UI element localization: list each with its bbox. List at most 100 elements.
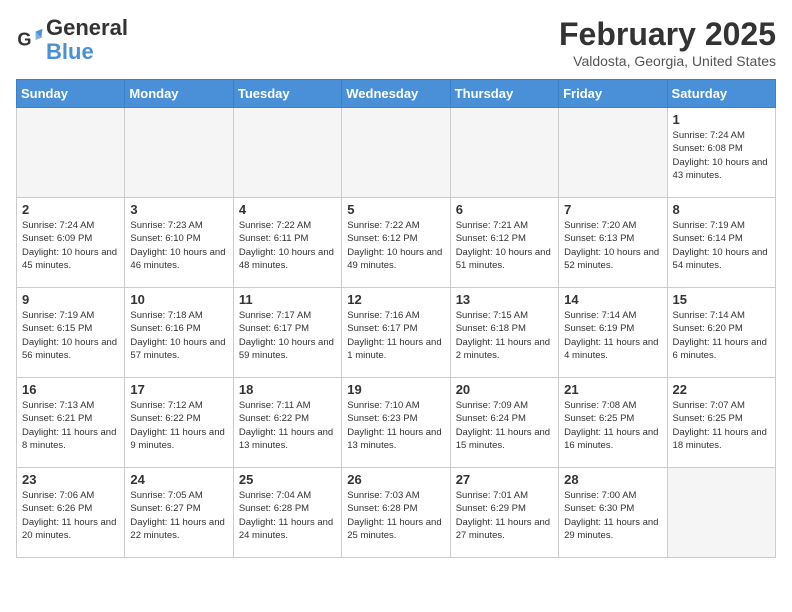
day-number: 12 xyxy=(347,292,444,307)
page-header: G GeneralBlue February 2025 Valdosta, Ge… xyxy=(16,16,776,69)
day-cell xyxy=(233,108,341,198)
day-number: 7 xyxy=(564,202,661,217)
day-cell: 3 Sunrise: 7:23 AMSunset: 6:10 PMDaylight… xyxy=(125,198,233,288)
day-info: Sunrise: 7:10 AMSunset: 6:23 PMDaylight:… xyxy=(347,399,444,452)
col-header-tuesday: Tuesday xyxy=(233,80,341,108)
day-number: 13 xyxy=(456,292,553,307)
col-header-wednesday: Wednesday xyxy=(342,80,450,108)
col-header-friday: Friday xyxy=(559,80,667,108)
week-row-4: 16Sunrise: 7:13 AMSunset: 6:21 PMDayligh… xyxy=(17,378,776,468)
day-info: Sunrise: 7:24 AMSunset: 6:08 PMDaylight:… xyxy=(673,129,770,182)
day-info: Sunrise: 7:14 AMSunset: 6:20 PMDaylight:… xyxy=(673,309,770,362)
day-cell: 10Sunrise: 7:18 AMSunset: 6:16 PMDayligh… xyxy=(125,288,233,378)
day-info: Sunrise: 7:15 AMSunset: 6:18 PMDaylight:… xyxy=(456,309,553,362)
day-cell: 16Sunrise: 7:13 AMSunset: 6:21 PMDayligh… xyxy=(17,378,125,468)
day-number: 19 xyxy=(347,382,444,397)
day-number: 4 xyxy=(239,202,336,217)
day-cell xyxy=(559,108,667,198)
day-number: 21 xyxy=(564,382,661,397)
day-info: Sunrise: 7:22 AMSunset: 6:11 PMDaylight:… xyxy=(239,219,336,272)
day-cell: 15 Sunrise: 7:14 AMSunset: 6:20 PMDayligh… xyxy=(667,288,775,378)
day-cell: 20Sunrise: 7:09 AMSunset: 6:24 PMDayligh… xyxy=(450,378,558,468)
day-cell: 4 Sunrise: 7:22 AMSunset: 6:11 PMDaylight… xyxy=(233,198,341,288)
day-cell: 14 Sunrise: 7:14 AMSunset: 6:19 PMDayligh… xyxy=(559,288,667,378)
day-number: 5 xyxy=(347,202,444,217)
day-info: Sunrise: 7:08 AMSunset: 6:25 PMDaylight:… xyxy=(564,399,661,452)
day-cell: 22 Sunrise: 7:07 AMSunset: 6:25 PMDayligh… xyxy=(667,378,775,468)
col-header-saturday: Saturday xyxy=(667,80,775,108)
day-number: 17 xyxy=(130,382,227,397)
title-block: February 2025 Valdosta, Georgia, United … xyxy=(559,16,776,69)
day-info: Sunrise: 7:24 AMSunset: 6:09 PMDaylight:… xyxy=(22,219,119,272)
day-cell: 28 Sunrise: 7:00 AMSunset: 6:30 PMDayligh… xyxy=(559,468,667,558)
day-cell: 18 Sunrise: 7:11 AMSunset: 6:22 PMDayligh… xyxy=(233,378,341,468)
day-info: Sunrise: 7:19 AMSunset: 6:15 PMDaylight:… xyxy=(22,309,119,362)
day-number: 3 xyxy=(130,202,227,217)
day-cell: 8Sunrise: 7:19 AMSunset: 6:14 PMDaylight… xyxy=(667,198,775,288)
day-number: 10 xyxy=(130,292,227,307)
day-cell xyxy=(125,108,233,198)
day-cell: 27 Sunrise: 7:01 AMSunset: 6:29 PMDayligh… xyxy=(450,468,558,558)
day-number: 25 xyxy=(239,472,336,487)
day-cell xyxy=(450,108,558,198)
week-row-3: 9 Sunrise: 7:19 AMSunset: 6:15 PMDaylight… xyxy=(17,288,776,378)
day-number: 18 xyxy=(239,382,336,397)
day-cell: 9 Sunrise: 7:19 AMSunset: 6:15 PMDaylight… xyxy=(17,288,125,378)
day-cell: 17Sunrise: 7:12 AMSunset: 6:22 PMDayligh… xyxy=(125,378,233,468)
week-row-2: 2 Sunrise: 7:24 AMSunset: 6:09 PMDaylight… xyxy=(17,198,776,288)
day-info: Sunrise: 7:07 AMSunset: 6:25 PMDaylight:… xyxy=(673,399,770,452)
logo-icon: G xyxy=(16,26,44,54)
day-cell: 23 Sunrise: 7:06 AMSunset: 6:26 PMDayligh… xyxy=(17,468,125,558)
day-info: Sunrise: 7:06 AMSunset: 6:26 PMDaylight:… xyxy=(22,489,119,542)
day-info: Sunrise: 7:17 AMSunset: 6:17 PMDaylight:… xyxy=(239,309,336,362)
day-info: Sunrise: 7:16 AMSunset: 6:17 PMDaylight:… xyxy=(347,309,444,362)
day-number: 20 xyxy=(456,382,553,397)
day-number: 2 xyxy=(22,202,119,217)
day-cell xyxy=(342,108,450,198)
day-number: 15 xyxy=(673,292,770,307)
month-year: February 2025 xyxy=(559,16,776,53)
day-cell: 25Sunrise: 7:04 AMSunset: 6:28 PMDayligh… xyxy=(233,468,341,558)
day-cell: 6 Sunrise: 7:21 AMSunset: 6:12 PMDaylight… xyxy=(450,198,558,288)
day-number: 27 xyxy=(456,472,553,487)
day-info: Sunrise: 7:01 AMSunset: 6:29 PMDaylight:… xyxy=(456,489,553,542)
day-cell xyxy=(667,468,775,558)
day-cell: 12 Sunrise: 7:16 AMSunset: 6:17 PMDayligh… xyxy=(342,288,450,378)
day-info: Sunrise: 7:11 AMSunset: 6:22 PMDaylight:… xyxy=(239,399,336,452)
day-number: 28 xyxy=(564,472,661,487)
day-cell: 19 Sunrise: 7:10 AMSunset: 6:23 PMDayligh… xyxy=(342,378,450,468)
location: Valdosta, Georgia, United States xyxy=(559,53,776,69)
day-number: 11 xyxy=(239,292,336,307)
day-number: 22 xyxy=(673,382,770,397)
day-cell: 1Sunrise: 7:24 AMSunset: 6:08 PMDaylight… xyxy=(667,108,775,198)
day-info: Sunrise: 7:19 AMSunset: 6:14 PMDaylight:… xyxy=(673,219,770,272)
day-cell: 2 Sunrise: 7:24 AMSunset: 6:09 PMDaylight… xyxy=(17,198,125,288)
day-number: 14 xyxy=(564,292,661,307)
day-number: 26 xyxy=(347,472,444,487)
day-number: 6 xyxy=(456,202,553,217)
col-header-thursday: Thursday xyxy=(450,80,558,108)
day-cell: 26 Sunrise: 7:03 AMSunset: 6:28 PMDayligh… xyxy=(342,468,450,558)
day-number: 9 xyxy=(22,292,119,307)
logo: G GeneralBlue xyxy=(16,16,128,64)
day-cell: 13 Sunrise: 7:15 AMSunset: 6:18 PMDayligh… xyxy=(450,288,558,378)
day-cell: 5 Sunrise: 7:22 AMSunset: 6:12 PMDaylight… xyxy=(342,198,450,288)
day-info: Sunrise: 7:22 AMSunset: 6:12 PMDaylight:… xyxy=(347,219,444,272)
calendar-header-row: SundayMondayTuesdayWednesdayThursdayFrid… xyxy=(17,80,776,108)
day-info: Sunrise: 7:20 AMSunset: 6:13 PMDaylight:… xyxy=(564,219,661,272)
day-number: 23 xyxy=(22,472,119,487)
svg-text:G: G xyxy=(17,30,31,50)
day-info: Sunrise: 7:14 AMSunset: 6:19 PMDaylight:… xyxy=(564,309,661,362)
day-info: Sunrise: 7:05 AMSunset: 6:27 PMDaylight:… xyxy=(130,489,227,542)
calendar: SundayMondayTuesdayWednesdayThursdayFrid… xyxy=(16,79,776,558)
day-info: Sunrise: 7:23 AMSunset: 6:10 PMDaylight:… xyxy=(130,219,227,272)
day-number: 24 xyxy=(130,472,227,487)
day-cell: 11 Sunrise: 7:17 AMSunset: 6:17 PMDayligh… xyxy=(233,288,341,378)
col-header-sunday: Sunday xyxy=(17,80,125,108)
week-row-5: 23 Sunrise: 7:06 AMSunset: 6:26 PMDayligh… xyxy=(17,468,776,558)
day-info: Sunrise: 7:00 AMSunset: 6:30 PMDaylight:… xyxy=(564,489,661,542)
day-info: Sunrise: 7:21 AMSunset: 6:12 PMDaylight:… xyxy=(456,219,553,272)
day-cell: 7 Sunrise: 7:20 AMSunset: 6:13 PMDaylight… xyxy=(559,198,667,288)
day-info: Sunrise: 7:13 AMSunset: 6:21 PMDaylight:… xyxy=(22,399,119,452)
day-info: Sunrise: 7:03 AMSunset: 6:28 PMDaylight:… xyxy=(347,489,444,542)
